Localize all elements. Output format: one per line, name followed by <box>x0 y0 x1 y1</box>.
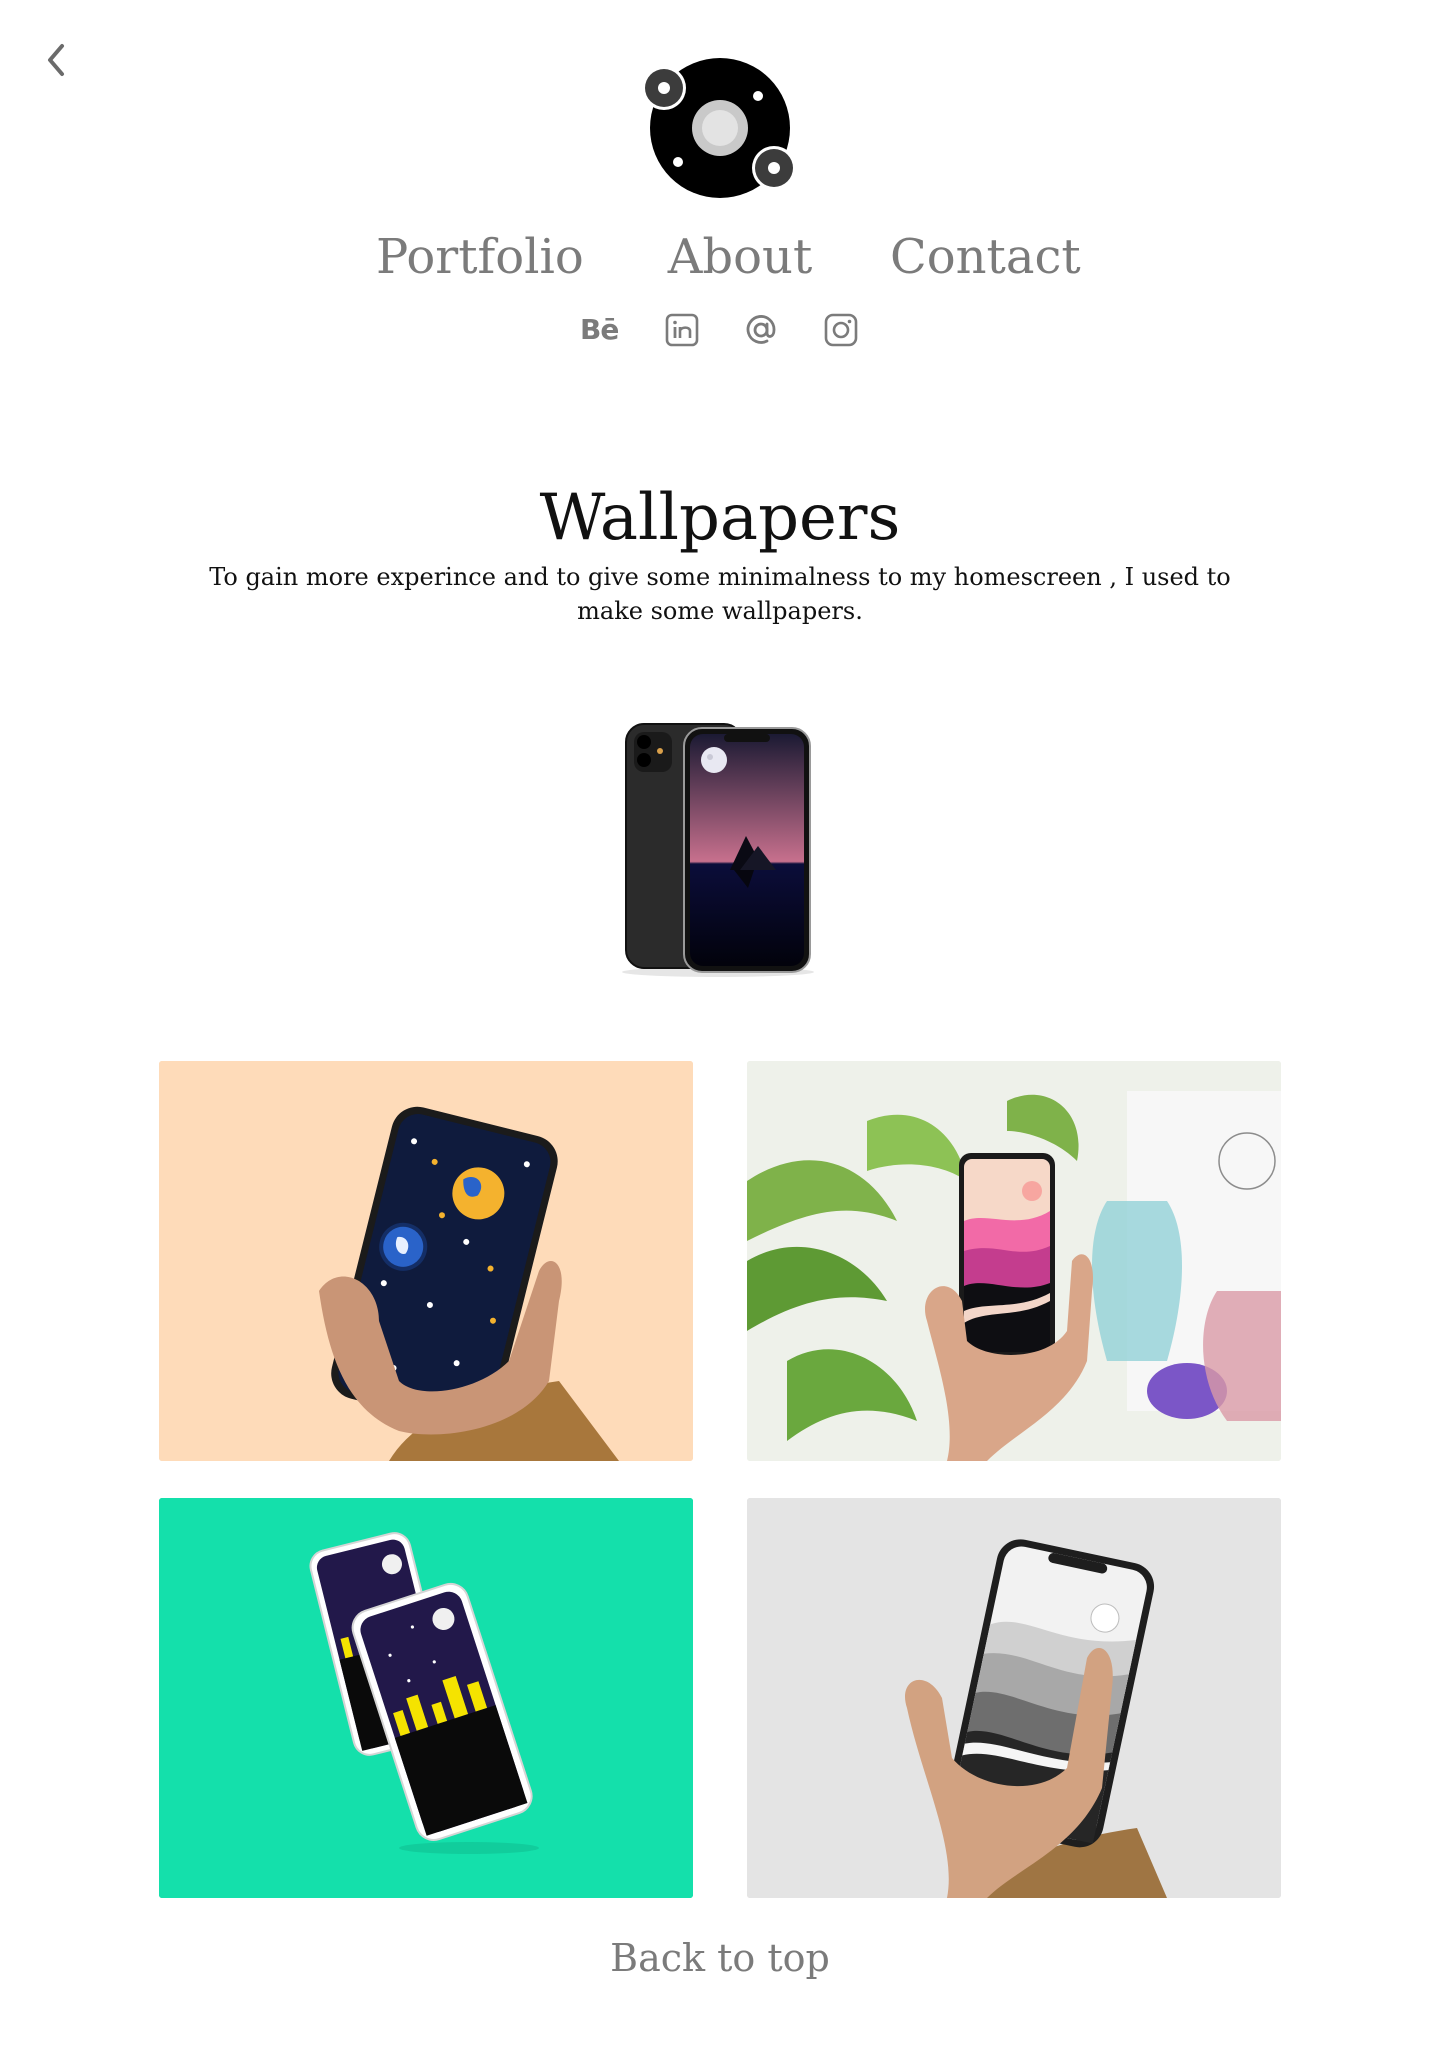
email-icon <box>746 315 776 344</box>
instagram-link[interactable] <box>821 310 861 350</box>
pink-mountains-wallpaper-mockup <box>747 1061 1281 1461</box>
page-description: To gain more experince and to give some … <box>209 563 1231 625</box>
back-to-top-link[interactable]: Back to top <box>0 1930 1440 1986</box>
nav-portfolio-link[interactable]: Portfolio <box>376 222 584 292</box>
linkedin-link[interactable] <box>662 310 702 350</box>
grayscale-mountains-wallpaper-mockup <box>747 1498 1281 1898</box>
nav-contact-link[interactable]: Contact <box>890 222 1081 292</box>
page-title: Wallpapers <box>539 481 901 555</box>
email-link[interactable] <box>741 310 781 350</box>
behance-link[interactable]: Bē <box>580 310 620 350</box>
linkedin-icon <box>665 313 699 347</box>
behance-icon: Bē <box>580 313 619 346</box>
night-city-wallpaper-mockup <box>159 1498 693 1898</box>
hero-phone-mockup <box>618 720 818 980</box>
back-button[interactable] <box>40 40 76 80</box>
nav-about-link[interactable]: About <box>660 222 820 292</box>
space-wallpaper-mockup <box>159 1061 693 1461</box>
instagram-icon <box>824 313 858 347</box>
main-nav: Portfolio About Contact <box>0 222 1440 292</box>
gallery-tile-grayscale-mountains[interactable] <box>747 1498 1281 1898</box>
chevron-left-icon <box>48 44 64 76</box>
gallery-tile-space[interactable] <box>159 1061 693 1461</box>
phone-mockup-image <box>622 723 814 977</box>
gallery-tile-night-city[interactable] <box>159 1498 693 1898</box>
orbit-logo-icon <box>642 58 796 198</box>
gallery-tile-pink-mountains[interactable] <box>747 1061 1281 1461</box>
site-logo[interactable] <box>642 56 804 204</box>
